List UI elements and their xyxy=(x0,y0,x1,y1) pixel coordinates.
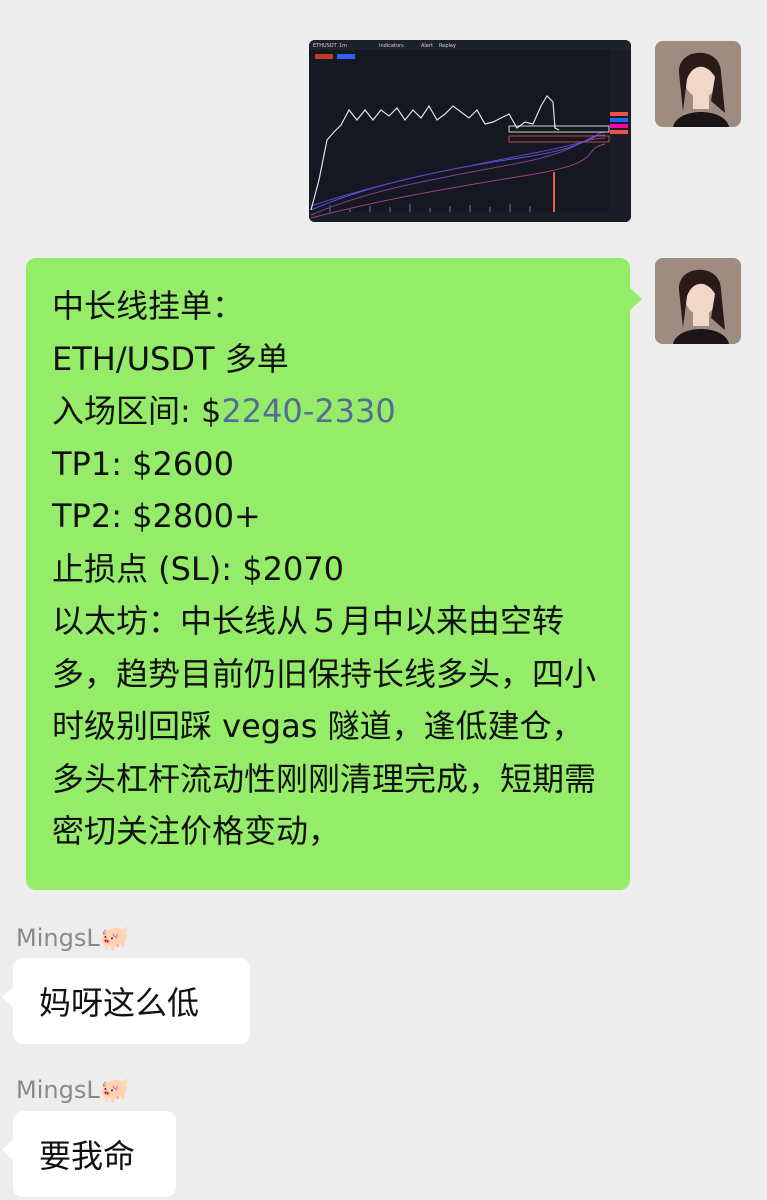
signal-tp2: TP2: $2800+ xyxy=(52,497,261,535)
reply-text: 妈呀这么低 xyxy=(39,984,200,1022)
signal-pair: ETH/USDT 多单 xyxy=(52,339,289,378)
toolbar-replay: Replay xyxy=(439,43,456,49)
bubble-tail xyxy=(629,287,642,311)
signal-tp1: TP1: $2600 xyxy=(52,444,234,483)
toolbar-alert: Alert xyxy=(421,43,433,49)
bubble-tail xyxy=(2,1139,14,1161)
reply-bubble[interactable]: 妈呀这么低 xyxy=(2,958,250,1044)
chart-image-message[interactable]: ETHUSDT 1m Indicators Alert Replay xyxy=(309,40,631,222)
sender-name[interactable]: MingsL🐖 xyxy=(16,1076,130,1104)
chart-thumbnail: ETHUSDT 1m Indicators Alert Replay xyxy=(309,40,631,222)
self-avatar[interactable] xyxy=(655,258,741,344)
signal-analysis: 以太坊：中长线从５月中以来由空转多，趋势目前仍旧保持长线多头，四小时级别回踩 v… xyxy=(52,602,597,850)
toolbar-symbol: ETHUSDT xyxy=(313,43,338,49)
toolbar-interval: 1m xyxy=(339,43,347,49)
reply-bubble[interactable]: 要我命 xyxy=(2,1111,176,1197)
signal-stop-loss: 止损点 (SL): $2070 xyxy=(52,549,345,588)
entry-range-link[interactable]: 2240-2330 xyxy=(221,392,395,430)
avatar-photo-icon xyxy=(655,258,741,344)
self-avatar[interactable] xyxy=(655,41,741,127)
signal-entry: 入场区间: $2240-2330 xyxy=(52,385,604,438)
bubble-tail xyxy=(2,986,14,1008)
toolbar-indicators: Indicators xyxy=(379,43,404,49)
signal-message-bubble[interactable]: 中长线挂单： ETH/USDT 多单 入场区间: $2240-2330 TP1:… xyxy=(26,258,642,890)
entry-label: 入场区间: $ xyxy=(52,392,222,430)
reply-text: 要我命 xyxy=(39,1137,136,1175)
avatar-photo-icon xyxy=(655,41,741,127)
signal-title: 中长线挂单： xyxy=(52,287,245,325)
sender-name[interactable]: MingsL🐖 xyxy=(16,924,130,952)
